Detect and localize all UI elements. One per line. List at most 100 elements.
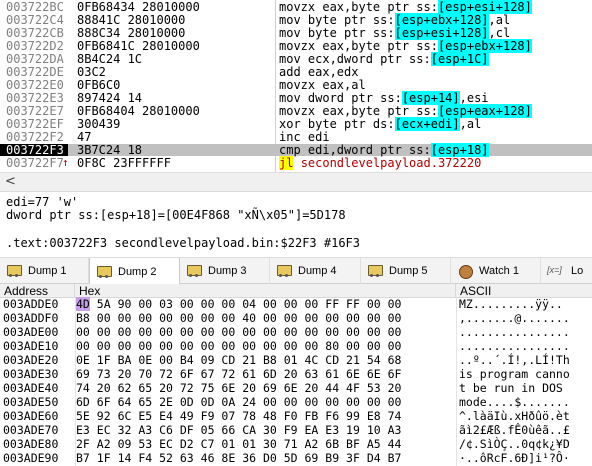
dump-hex-bytes[interactable]: B7 1F 14 F4 52 63 46 8E 36 D0 5D 69 B9 3… (76, 451, 402, 465)
dump-hex-bytes[interactable]: 74 20 62 65 20 72 75 6E 20 69 6E 20 44 4… (76, 381, 402, 395)
memory-operand: [esp+ebx+128] (394, 13, 489, 27)
dump-remaining-bytes: 00 00 00 00 00 00 00 40 00 00 00 00 00 0… (96, 311, 402, 325)
tab-label: Dump 4 (298, 265, 337, 277)
instruction-text: movzx eax,byte ptr ss:[esp+eax+128] (279, 104, 532, 118)
disassembly-view[interactable]: 003722BC 0FB68434 28010000 movzx eax,byte … (0, 0, 592, 172)
disassembly-row[interactable]: 003722E0 0FB6C0 movzx eax,al (0, 79, 592, 91)
instruction-mnemonic: jl (279, 156, 294, 170)
dump-first-byte[interactable]: 00 (76, 339, 90, 353)
tab-watch-1[interactable]: Watch 1 (451, 258, 541, 284)
instruction-text: cmp edi,dword ptr ss:[esp+18] (279, 143, 489, 157)
dump-address: 003ADE80 (3, 437, 59, 451)
locals-icon: [x=] (547, 265, 562, 275)
dump-first-byte[interactable]: 00 (76, 325, 90, 339)
dump-hex-bytes[interactable]: 4D 5A 90 00 03 00 00 00 04 00 00 00 FF F… (76, 297, 402, 311)
dump-row[interactable]: 003ADE20 0E 1F BA 0E 00 B4 09 CD 21 B8 01… (0, 353, 592, 367)
dump-row[interactable]: 003ADE80 2F A2 09 53 EC D2 C7 01 01 30 71… (0, 437, 592, 451)
dump-hex-bytes[interactable]: 69 73 20 70 72 6F 67 72 61 6D 20 63 61 6… (76, 367, 401, 381)
disassembly-row[interactable]: 003722F7 ↑ 0F8C 23FFFFFF jl secondlevelpayl… (0, 156, 592, 170)
dump-first-byte[interactable]: 5E (76, 409, 90, 423)
dump-first-byte[interactable]: 6D (76, 395, 90, 409)
dump-hex-bytes[interactable]: 5E 92 6C E5 E4 49 F9 07 78 48 F0 FB F6 9… (76, 409, 401, 423)
disassembly-row[interactable]: 003722E7 0FB68404 28010000 movzx eax,byte … (0, 104, 592, 118)
memory-operand: [esp+18] (430, 143, 489, 157)
dump-remaining-bytes: 1F 14 F4 52 63 46 8E 36 D0 5D 69 B9 3F D… (96, 451, 402, 465)
instruction-text: movzx eax,byte ptr ss:[esp+ebx+128] (279, 39, 532, 53)
dump-remaining-bytes: 5A 90 00 03 00 00 00 04 00 00 00 FF FF 0… (96, 297, 402, 311)
tab-dump-3[interactable]: Dump 3 (180, 258, 270, 284)
tab-label: Dump 2 (118, 265, 157, 278)
dump-row[interactable]: 003ADDF0 B8 00 00 00 00 00 00 00 40 00 00… (0, 311, 592, 325)
dump-hex-bytes[interactable]: E3 EC 32 A3 C6 DF 05 66 CA 30 F9 EA E3 1… (76, 423, 401, 437)
dump-hex-bytes[interactable]: 0E 1F BA 0E 00 B4 09 CD 21 B8 01 4C CD 2… (76, 353, 401, 367)
hex-dump-view[interactable]: Address Hex ASCII 003ADDE0 4D 5A 90 00 03… (0, 284, 592, 466)
disassembly-row[interactable]: 003722D2 0FB6841C 28010000 movzx eax,byte … (0, 39, 592, 53)
dump-remaining-bytes: A2 09 53 EC D2 C7 01 01 30 71 A2 6B BF A… (96, 437, 402, 451)
dump-first-byte[interactable]: 2F (76, 437, 90, 451)
dump-hex-bytes[interactable]: 00 00 00 00 00 00 00 00 00 00 00 00 80 0… (76, 339, 401, 353)
instruction-mnemonic: cmp edi,dword ptr ss: (279, 143, 431, 157)
selected-byte[interactable]: 4D (76, 297, 90, 311)
instruction-bytes: 03C2 (77, 65, 106, 79)
dump-row[interactable]: 003ADE30 69 73 20 70 72 6F 67 72 61 6D 20… (0, 367, 592, 381)
disassembly-row[interactable]: 003722CB 888C34 28010000 mov byte ptr ss:[… (0, 26, 592, 40)
tab-dump-4[interactable]: Dump 4 (270, 258, 361, 284)
dump-hex-bytes[interactable]: 00 00 00 00 00 00 00 00 00 00 00 00 00 0… (76, 325, 401, 339)
instruction-address: 003722BC (6, 0, 64, 14)
instruction-bytes: 47 (77, 130, 92, 144)
dump-row[interactable]: 003ADE50 6D 6F 64 65 2E 0D 0D 0A 24 00 00… (0, 395, 592, 409)
disassembly-horizontal-scrollbar[interactable]: < (0, 172, 592, 192)
dump-first-byte[interactable]: 69 (76, 367, 90, 381)
dump-icon (367, 265, 383, 277)
tab-dump-2[interactable]: Dump 2 (89, 258, 180, 285)
dump-first-byte[interactable]: B7 (76, 451, 90, 465)
dump-row[interactable]: 003ADE40 74 20 62 65 20 72 75 6E 20 69 6E… (0, 381, 592, 395)
instruction-mnemonic: movzx eax,byte ptr ss: (279, 104, 438, 118)
dump-row[interactable]: 003ADE10 00 00 00 00 00 00 00 00 00 00 00… (0, 339, 592, 353)
dump-icon (186, 265, 202, 277)
disassembly-row[interactable]: 003722C4 88841C 28010000 mov byte ptr ss:[… (0, 13, 592, 27)
instruction-bytes: 0FB68434 28010000 (77, 0, 200, 14)
column-header-address[interactable]: Address (0, 284, 75, 298)
dump-address: 003ADE60 (3, 409, 59, 423)
tab-dump-1[interactable]: Dump 1 (0, 258, 89, 284)
column-header-ascii[interactable]: ASCII (456, 284, 592, 298)
memory-operand: [esp+14] (401, 91, 460, 105)
scroll-left-icon[interactable]: < (5, 174, 16, 189)
dump-remaining-bytes: 20 62 65 20 72 75 6E 20 69 6E 20 44 4F 5… (96, 381, 402, 395)
column-header-hex[interactable]: Hex (75, 284, 456, 298)
instruction-address: 003722E7 (6, 104, 64, 118)
dump-icon (276, 265, 292, 277)
disassembly-row[interactable]: 003722F2 47 inc edi (0, 131, 592, 143)
dump-icon (6, 265, 22, 277)
dump-row[interactable]: 003ADE90 B7 1F 14 F4 52 63 46 8E 36 D0 5D… (0, 451, 592, 465)
disassembly-row[interactable]: 003722EF 300439 xor byte ptr ds:[ecx+edi],… (0, 117, 592, 131)
disassembly-row[interactable]: 003722BC 0FB68434 28010000 movzx eax,byte … (0, 0, 592, 14)
instruction-text: mov byte ptr ss:[esp+esi+128],cl (279, 26, 510, 40)
dump-first-byte[interactable]: 74 (76, 381, 90, 395)
dump-row[interactable]: 003ADE70 E3 EC 32 A3 C6 DF 05 66 CA 30 F9… (0, 423, 592, 437)
dump-first-byte[interactable]: E3 (76, 423, 90, 437)
instruction-bytes: 0F8C 23FFFFFF (77, 156, 171, 170)
dump-address: 003ADDF0 (3, 311, 59, 325)
instruction-mnemonic: xor byte ptr ds: (279, 117, 395, 131)
dump-hex-bytes[interactable]: 2F A2 09 53 EC D2 C7 01 01 30 71 A2 6B B… (76, 437, 402, 451)
instruction-bytes: 88841C 28010000 (77, 13, 186, 27)
dump-ascii: MZ.........ÿÿ.. (459, 297, 563, 311)
instruction-bytes: 897424 14 (77, 91, 143, 105)
dump-row[interactable]: 003ADE60 5E 92 6C E5 E4 49 F9 07 78 48 F0… (0, 409, 592, 423)
tab-lo[interactable]: [x=] Lo (541, 258, 592, 284)
disassembly-row[interactable]: 003722E3 897424 14 mov dword ptr ss:[esp+1… (0, 91, 592, 105)
disassembly-row[interactable]: 003722DE 03C2 add eax,edx (0, 66, 592, 78)
disassembly-row-selected[interactable]: 003722F3 3B7C24 18 cmp edi,dword ptr ss:[e… (0, 143, 592, 157)
dump-hex-bytes[interactable]: B8 00 00 00 00 00 00 00 40 00 00 00 00 0… (76, 311, 402, 325)
instruction-operand-tail: ,al (488, 13, 511, 27)
disassembly-row[interactable]: 003722DA 8B4C24 1C mov ecx,dword ptr ss:[e… (0, 52, 592, 66)
dump-row[interactable]: 003ADDE0 4D 5A 90 00 03 00 00 00 04 00 00… (0, 297, 592, 311)
dump-first-byte[interactable]: B8 (76, 311, 90, 325)
instruction-mnemonic: movzx eax,al (279, 78, 366, 92)
dump-first-byte[interactable]: 0E (76, 353, 90, 367)
tab-dump-5[interactable]: Dump 5 (361, 258, 451, 284)
dump-row[interactable]: 003ADE00 00 00 00 00 00 00 00 00 00 00 00… (0, 325, 592, 339)
dump-hex-bytes[interactable]: 6D 6F 64 65 2E 0D 0D 0A 24 00 00 00 00 0… (76, 395, 401, 409)
